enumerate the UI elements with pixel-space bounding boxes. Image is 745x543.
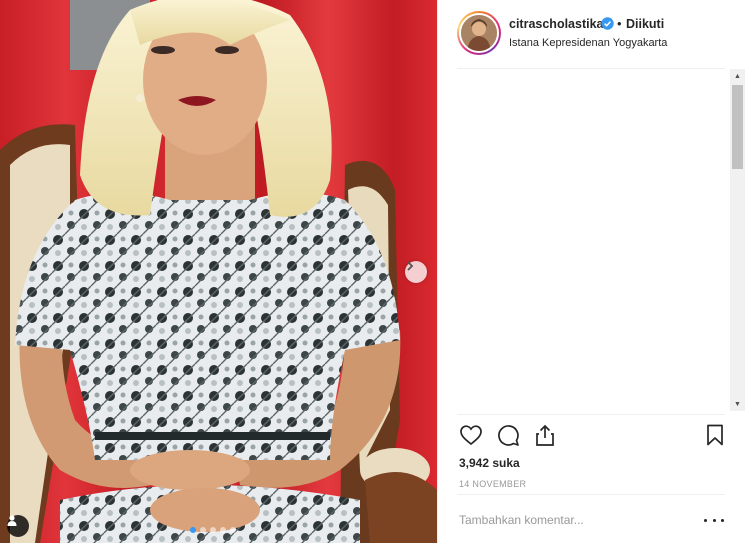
next-photo-button[interactable] [405, 261, 427, 283]
heart-icon[interactable] [459, 423, 483, 447]
avatar[interactable] [457, 11, 501, 55]
scroll-thumb[interactable] [732, 85, 743, 169]
post-header: citrascholastika • Diikuti Istana Kepres… [438, 0, 745, 68]
following-button[interactable]: Diikuti [626, 17, 664, 31]
carousel-dot [230, 527, 236, 533]
location-link[interactable]: Istana Kepresidenan Yogyakarta [509, 37, 667, 49]
carousel-dot [220, 527, 226, 533]
tagged-users-button[interactable] [7, 515, 29, 537]
comment-icon[interactable] [496, 423, 520, 447]
carousel-dot [190, 527, 196, 533]
comment-divider [457, 494, 725, 495]
likes-count[interactable]: 3,942 suka [459, 456, 520, 470]
header-separator: • [617, 16, 622, 31]
carousel-indicator [190, 527, 236, 533]
comments-scrollbar[interactable]: ▲ ▼ [730, 69, 745, 411]
verified-badge-icon [601, 17, 614, 30]
scroll-down-arrow-icon[interactable]: ▼ [730, 397, 745, 411]
post-photo[interactable] [0, 0, 437, 543]
scroll-up-arrow-icon[interactable]: ▲ [730, 69, 745, 83]
carousel-dot [200, 527, 206, 533]
bookmark-icon[interactable] [703, 423, 727, 447]
username-link[interactable]: citrascholastika [509, 17, 604, 31]
photo-illustration [0, 0, 437, 543]
more-options-icon[interactable] [704, 512, 724, 528]
share-icon[interactable] [533, 423, 557, 447]
actions-divider [457, 414, 725, 415]
post-date[interactable]: 14 NOVEMBER [459, 479, 526, 489]
carousel-dot [210, 527, 216, 533]
comment-input[interactable] [459, 510, 689, 530]
post-details-panel: citrascholastika • Diikuti Istana Kepres… [437, 0, 745, 543]
comments-list[interactable] [438, 69, 728, 414]
